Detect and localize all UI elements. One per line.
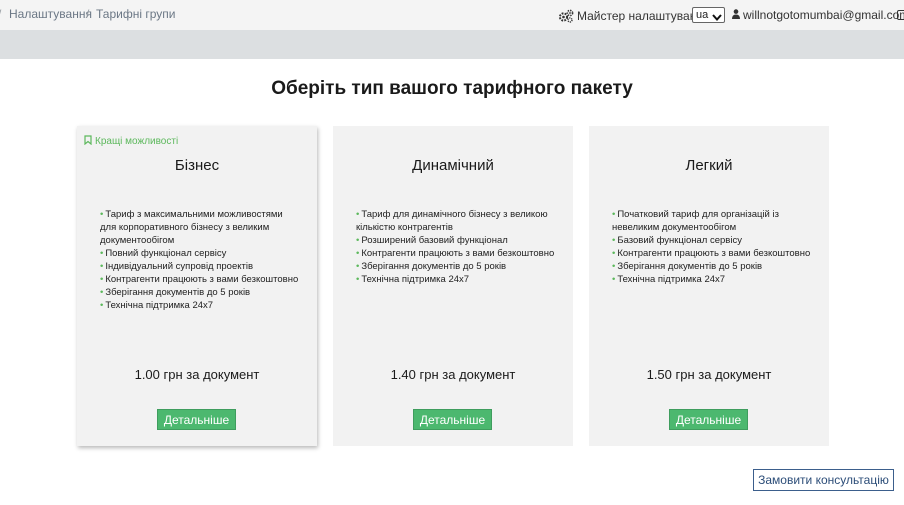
top-bar: / Налаштування / Тарифні групи Майстер н… (0, 0, 904, 30)
logout-icon[interactable] (897, 10, 904, 20)
breadcrumb-separator: / (86, 7, 90, 21)
feature-item: Технічна підтримка 24х7 (612, 273, 812, 286)
sub-header-bar (0, 30, 904, 59)
feature-item: Зберігання документів до 5 років (100, 286, 300, 299)
details-button[interactable]: Детальніше (669, 409, 748, 430)
setup-wizard-label: Майстер налаштувань (577, 9, 703, 23)
order-consultation-button[interactable]: Замовити консультацію (753, 469, 894, 491)
language-select[interactable]: ua (692, 7, 725, 23)
feature-list: Тариф з максимальними можливостями для к… (100, 208, 300, 312)
badge-label: Кращі можливості (95, 136, 179, 147)
plan-card-dynamic: Динамічний Тариф для динамічного бізнесу… (333, 126, 573, 446)
user-email: willnotgotomumbai@gmail.com (743, 8, 904, 22)
gears-icon (558, 9, 574, 23)
breadcrumb-tariff-groups: Тарифні групи (96, 7, 176, 21)
plan-card-business: Кращі можливості Бізнес Тариф з максимал… (77, 126, 317, 446)
feature-item: Тариф з максимальними можливостями для к… (100, 208, 300, 247)
feature-list: Тариф для динамічного бізнесу з великою … (356, 208, 556, 286)
breadcrumb-settings-link[interactable]: Налаштування (9, 7, 92, 21)
feature-item: Технічна підтримка 24х7 (356, 273, 556, 286)
chevron-down-icon (712, 12, 722, 24)
details-button[interactable]: Детальніше (413, 409, 492, 430)
feature-item: Базовий функціонал сервісу (612, 234, 812, 247)
feature-item: Технічна підтримка 24х7 (100, 299, 300, 312)
plan-name: Бізнес (174, 157, 220, 174)
feature-item: Контрагенти працюють з вами безкоштовно (356, 247, 556, 260)
plan-price: 1.00 грн за документ (134, 367, 260, 382)
best-features-badge: Кращі можливості (84, 135, 178, 148)
plan-price: 1.50 грн за документ (646, 367, 772, 382)
plan-price: 1.40 грн за документ (390, 367, 516, 382)
feature-item: Початковий тариф для організацій із неве… (612, 208, 812, 234)
feature-item: Тариф для динамічного бізнесу з великою … (356, 208, 556, 234)
feature-item: Розширений базовий функціонал (356, 234, 556, 247)
feature-item: Зберігання документів до 5 років (356, 260, 556, 273)
language-value: ua (696, 9, 709, 21)
bookmark-icon (84, 135, 92, 148)
plan-name: Динамічний (412, 157, 494, 174)
feature-item: Індивідуальний супровід проектів (100, 260, 300, 273)
feature-item: Контрагенти працюють з вами безкоштовно (100, 273, 300, 286)
user-account[interactable]: willnotgotomumbai@gmail.com (732, 8, 904, 22)
page-title: Оберіть тип вашого тарифного пакету (271, 78, 633, 99)
feature-item: Контрагенти працюють з вами безкоштовно (612, 247, 812, 260)
plan-name: Легкий (685, 157, 733, 174)
setup-wizard-link[interactable]: Майстер налаштувань (558, 8, 703, 24)
user-icon (732, 8, 740, 22)
feature-item: Зберігання документів до 5 років (612, 260, 812, 273)
feature-item: Повний функціонал сервісу (100, 247, 300, 260)
breadcrumb-separator: / (0, 7, 1, 21)
feature-list: Початковий тариф для організацій із неве… (612, 208, 812, 286)
plan-card-light: Легкий Початковий тариф для організацій … (589, 126, 829, 446)
details-button[interactable]: Детальніше (157, 409, 236, 430)
